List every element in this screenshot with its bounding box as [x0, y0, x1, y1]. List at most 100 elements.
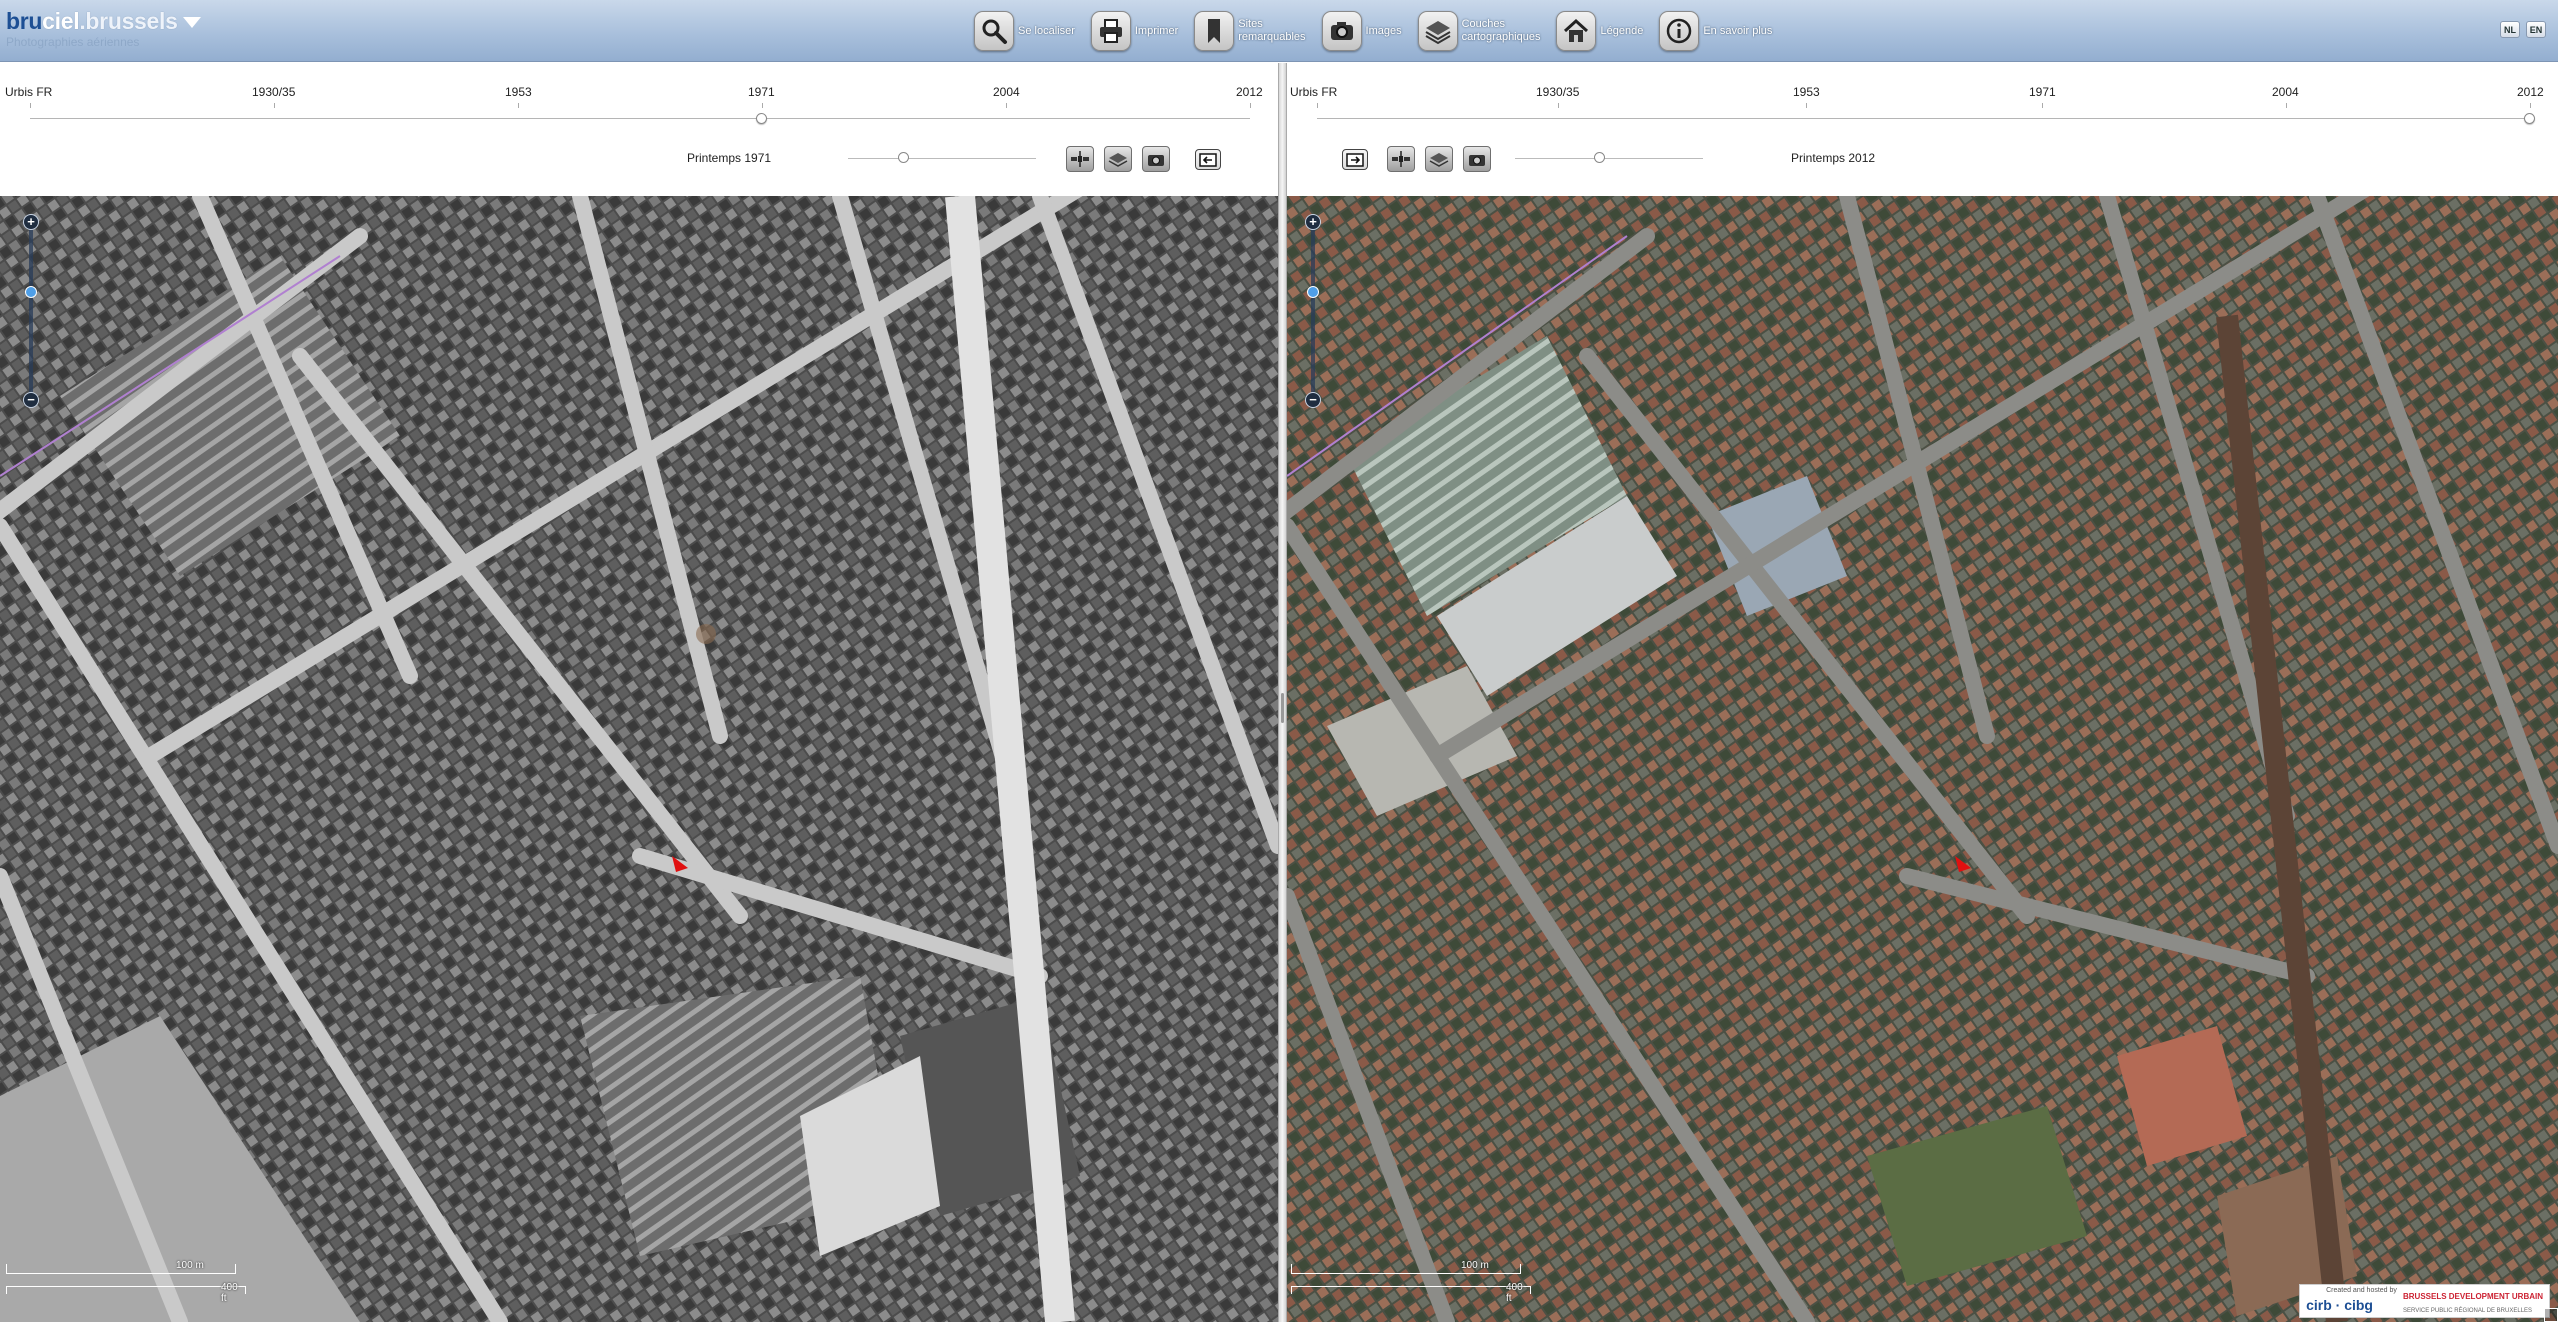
bdu-line-2: SERVICE PUBLIC RÉGIONAL DE BRUXELLES	[2402, 1308, 2533, 1314]
right-timeline-tick	[2530, 103, 2531, 108]
app-header: bruciel.brussels Photographies aériennes…	[0, 0, 2558, 62]
right-timeline-label-1930[interactable]: 1930/35	[1536, 85, 1579, 99]
right-satellite-button[interactable]	[1387, 146, 1415, 172]
left-scale-imperial	[6, 1286, 246, 1294]
lang-en-button[interactable]: EN	[2526, 21, 2546, 38]
left-timeline-handle[interactable]	[756, 113, 767, 124]
left-scale-metric-label: 100 m	[176, 1260, 204, 1271]
left-opacity-handle[interactable]	[898, 152, 910, 163]
zoom-in-icon[interactable]: +	[1305, 214, 1321, 230]
cloud-icon	[182, 17, 201, 29]
left-timeline-label-1953[interactable]: 1953	[505, 85, 532, 99]
right-camera-button[interactable]	[1463, 146, 1491, 172]
left-layers-button[interactable]	[1104, 146, 1132, 172]
zoom-out-icon[interactable]: −	[23, 392, 39, 408]
right-scale-imperial-label: 400 ft	[1506, 1282, 1523, 1304]
app-root: bruciel.brussels Photographies aériennes…	[0, 0, 2558, 1322]
lang-nl-button[interactable]: NL	[2500, 21, 2520, 38]
right-timeline-label-urbis[interactable]: Urbis FR	[1290, 85, 1337, 99]
right-timeline-label-2012[interactable]: 2012	[2517, 85, 2544, 99]
left-timeline-label-1971[interactable]: 1971	[748, 85, 775, 99]
satellite-icon	[1392, 151, 1410, 167]
logo-part-bru: bru	[6, 8, 43, 34]
right-timeline-tick	[2042, 103, 2043, 108]
language-switcher: NL EN	[2494, 21, 2546, 38]
right-zoom-knob[interactable]	[1307, 286, 1319, 298]
left-season-label: Printemps 1971	[687, 151, 772, 165]
left-zoom-bar: + −	[19, 214, 43, 410]
zoom-in-icon[interactable]: +	[23, 214, 39, 230]
left-timeline-tick	[1250, 103, 1251, 108]
left-collapse-button[interactable]	[1195, 149, 1221, 170]
sites-label: Sites remarquables	[1238, 18, 1306, 43]
left-timeline-label-urbis[interactable]: Urbis FR	[5, 85, 52, 99]
left-timeline-track[interactable]	[30, 118, 1250, 119]
satellite-icon	[1071, 151, 1089, 167]
right-map-2012[interactable]: + − 100 m 400 ft Created and hosted by c…	[1287, 196, 2558, 1322]
magnifier-icon	[974, 11, 1014, 51]
left-panel: Urbis FR 1930/35 1953 1971 2004 2012 Pri…	[0, 63, 1278, 1322]
right-season-label: Printemps 2012	[1791, 151, 1876, 165]
left-timeline-tick	[762, 103, 763, 108]
panel-divider[interactable]	[1278, 63, 1287, 1322]
legend-label: Légende	[1600, 24, 1644, 37]
logo-part-ciel: ciel	[42, 8, 80, 34]
left-map-1971[interactable]: + − 100 m 400 ft	[0, 196, 1278, 1322]
left-timeline[interactable]: Urbis FR 1930/35 1953 1971 2004 2012	[0, 85, 1278, 135]
logo[interactable]: bruciel.brussels Photographies aériennes	[6, 8, 201, 52]
printer-icon	[1090, 11, 1131, 51]
right-opacity-handle[interactable]	[1593, 152, 1605, 163]
left-timeline-label-1930[interactable]: 1930/35	[252, 85, 295, 99]
right-timeline-handle[interactable]	[2524, 113, 2535, 124]
left-satellite-button[interactable]	[1066, 146, 1094, 172]
layers-icon	[1417, 11, 1458, 51]
left-timeline-tick	[274, 103, 275, 108]
logo-text: bruciel.brussels	[6, 8, 201, 34]
credits-box[interactable]: Created and hosted by cirb · cibg BRUSSE…	[2299, 1284, 2550, 1318]
bdu-logo: BRUSSELS DEVELOPMENT URBAIN SERVICE PUBL…	[2403, 1286, 2543, 1316]
camera-icon	[1469, 155, 1485, 166]
right-timeline-label-1953[interactable]: 1953	[1793, 85, 1820, 99]
right-expand-button[interactable]	[1342, 149, 1368, 170]
right-timeline[interactable]: Urbis FR 1930/35 1953 1971 2004 2012	[1287, 85, 2558, 135]
bookmark-icon	[1194, 11, 1235, 51]
right-timeline-tick	[2286, 103, 2287, 108]
images-button[interactable]: Images	[1321, 11, 1402, 51]
left-timeline-tick	[1006, 103, 1007, 108]
zoom-out-icon[interactable]: −	[1305, 392, 1321, 408]
right-layers-button[interactable]	[1425, 146, 1453, 172]
left-timeline-label-2004[interactable]: 2004	[993, 85, 1020, 99]
right-opacity-slider[interactable]	[1515, 158, 1703, 159]
divider-grip-icon[interactable]	[1281, 693, 1284, 723]
about-label: En savoir plus	[1703, 24, 1773, 37]
info-icon	[1659, 11, 1700, 51]
layers-icon	[1429, 153, 1449, 167]
about-button[interactable]: En savoir plus	[1659, 11, 1772, 51]
right-scale-bar: 100 m 400 ft	[1291, 1260, 1531, 1314]
left-controls: Urbis FR 1930/35 1953 1971 2004 2012 Pri…	[0, 63, 1278, 195]
layers-button[interactable]: Couches cartographiques	[1417, 11, 1540, 51]
right-zoom-bar: + −	[1301, 214, 1325, 410]
left-scale-bar: 100 m 400 ft	[6, 1260, 246, 1314]
logo-subtitle: Photographies aériennes	[6, 35, 140, 49]
left-timeline-label-2012[interactable]: 2012	[1236, 85, 1263, 99]
right-timeline-label-2004[interactable]: 2004	[2272, 85, 2299, 99]
left-camera-button[interactable]	[1142, 146, 1170, 172]
aerial-photo-bw	[0, 196, 1278, 1322]
right-zoom-track[interactable]	[1311, 226, 1315, 396]
arrow-right-icon	[1346, 152, 1364, 167]
left-opacity-slider[interactable]	[848, 158, 1036, 159]
arrow-left-icon	[1199, 152, 1217, 167]
right-timeline-tick	[1806, 103, 1807, 108]
locate-button[interactable]: Se localiser	[974, 11, 1075, 51]
right-timeline-tick	[1317, 103, 1318, 108]
sites-button[interactable]: Sites remarquables	[1194, 11, 1306, 51]
right-timeline-label-1971[interactable]: 1971	[2029, 85, 2056, 99]
aerial-photo-color	[1287, 196, 2558, 1322]
left-zoom-knob[interactable]	[25, 286, 37, 298]
right-timeline-track[interactable]	[1317, 118, 2530, 119]
print-button[interactable]: Imprimer	[1090, 11, 1178, 51]
legend-button[interactable]: Légende	[1556, 11, 1643, 51]
left-zoom-track[interactable]	[29, 226, 33, 396]
map-corner-icon[interactable]	[2544, 1308, 2558, 1322]
